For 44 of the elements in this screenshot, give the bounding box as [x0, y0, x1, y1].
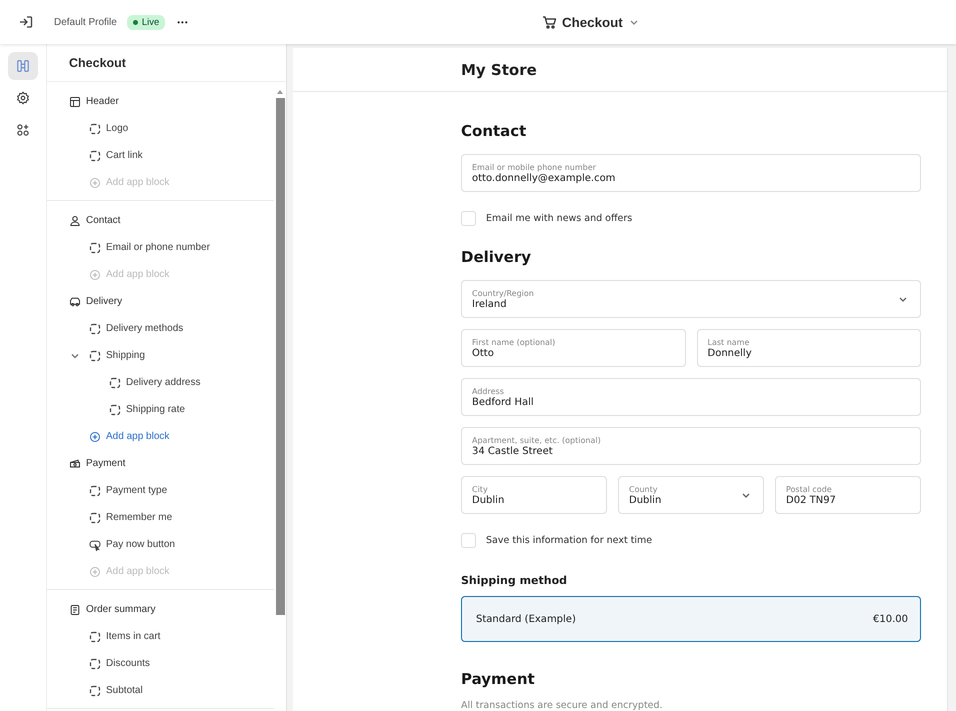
block-item[interactable]: Items in cart — [87, 628, 162, 644]
block-item[interactable]: Subtotal — [87, 682, 145, 698]
page-selector[interactable]: Checkout — [538, 10, 643, 34]
input-field[interactable]: First name (optional) Otto — [461, 329, 686, 367]
profile-name: Default Profile — [54, 16, 117, 28]
shipping-option[interactable]: Standard (Example) €10.00 — [461, 596, 921, 642]
select-field[interactable]: Country/Region Ireland — [461, 280, 921, 318]
block-item[interactable]: Remember me — [87, 510, 174, 526]
section-heading: Payment — [461, 670, 536, 690]
option-price: €10.00 — [873, 614, 908, 624]
more-button[interactable]: ••• — [175, 16, 191, 28]
input-field[interactable]: Email or mobile phone number otto.donnelly@example.com — [461, 154, 921, 192]
block-item[interactable]: Discounts — [87, 656, 152, 672]
checkbox-label: Email me with news and offers — [486, 213, 632, 224]
store-name: My Store — [461, 60, 537, 78]
block-item[interactable]: Logo — [87, 120, 130, 136]
section-item[interactable]: Payment — [67, 456, 128, 472]
option-label: Standard (Example) — [476, 614, 576, 624]
section-item[interactable]: Header — [67, 94, 121, 110]
block-item[interactable]: Email or phone number — [87, 240, 212, 256]
input-field[interactable]: Apartment, suite, etc. (optional) 34 Castle Street — [461, 427, 921, 465]
select-field[interactable]: County Dublin — [618, 476, 764, 514]
block-item[interactable]: Payment type — [87, 482, 170, 498]
add-block-button[interactable]: Add app block — [87, 428, 172, 444]
section-item[interactable]: Order summary — [67, 602, 158, 618]
input-field[interactable]: Address Bedford Hall — [461, 378, 921, 416]
section-item[interactable]: Delivery — [67, 294, 124, 310]
section-heading: Delivery — [461, 248, 532, 268]
block-item[interactable]: Shipping rate — [107, 402, 187, 418]
panel-title: Checkout — [47, 44, 286, 82]
input-field[interactable]: Last name Donnelly — [696, 329, 921, 367]
section-item[interactable]: Contact — [67, 212, 122, 228]
checkbox-label: Save this information for next time — [486, 535, 652, 546]
section-heading: Contact — [461, 122, 528, 142]
status-label: Live — [142, 16, 160, 28]
input-field[interactable]: Postal code D02 TN97 — [775, 476, 921, 514]
block-item[interactable]: Pay now button — [87, 536, 177, 552]
input-field[interactable]: City Dublin — [461, 476, 607, 514]
block-item[interactable]: Cart link — [87, 148, 145, 164]
block-item[interactable]: Delivery address — [107, 374, 202, 390]
security-note: All transactions are secure and encrypted. — [461, 700, 664, 711]
section-subheading: Shipping method — [461, 574, 568, 587]
block-item[interactable]: Delivery methods — [87, 320, 186, 336]
block-item[interactable]: Shipping — [87, 348, 147, 364]
